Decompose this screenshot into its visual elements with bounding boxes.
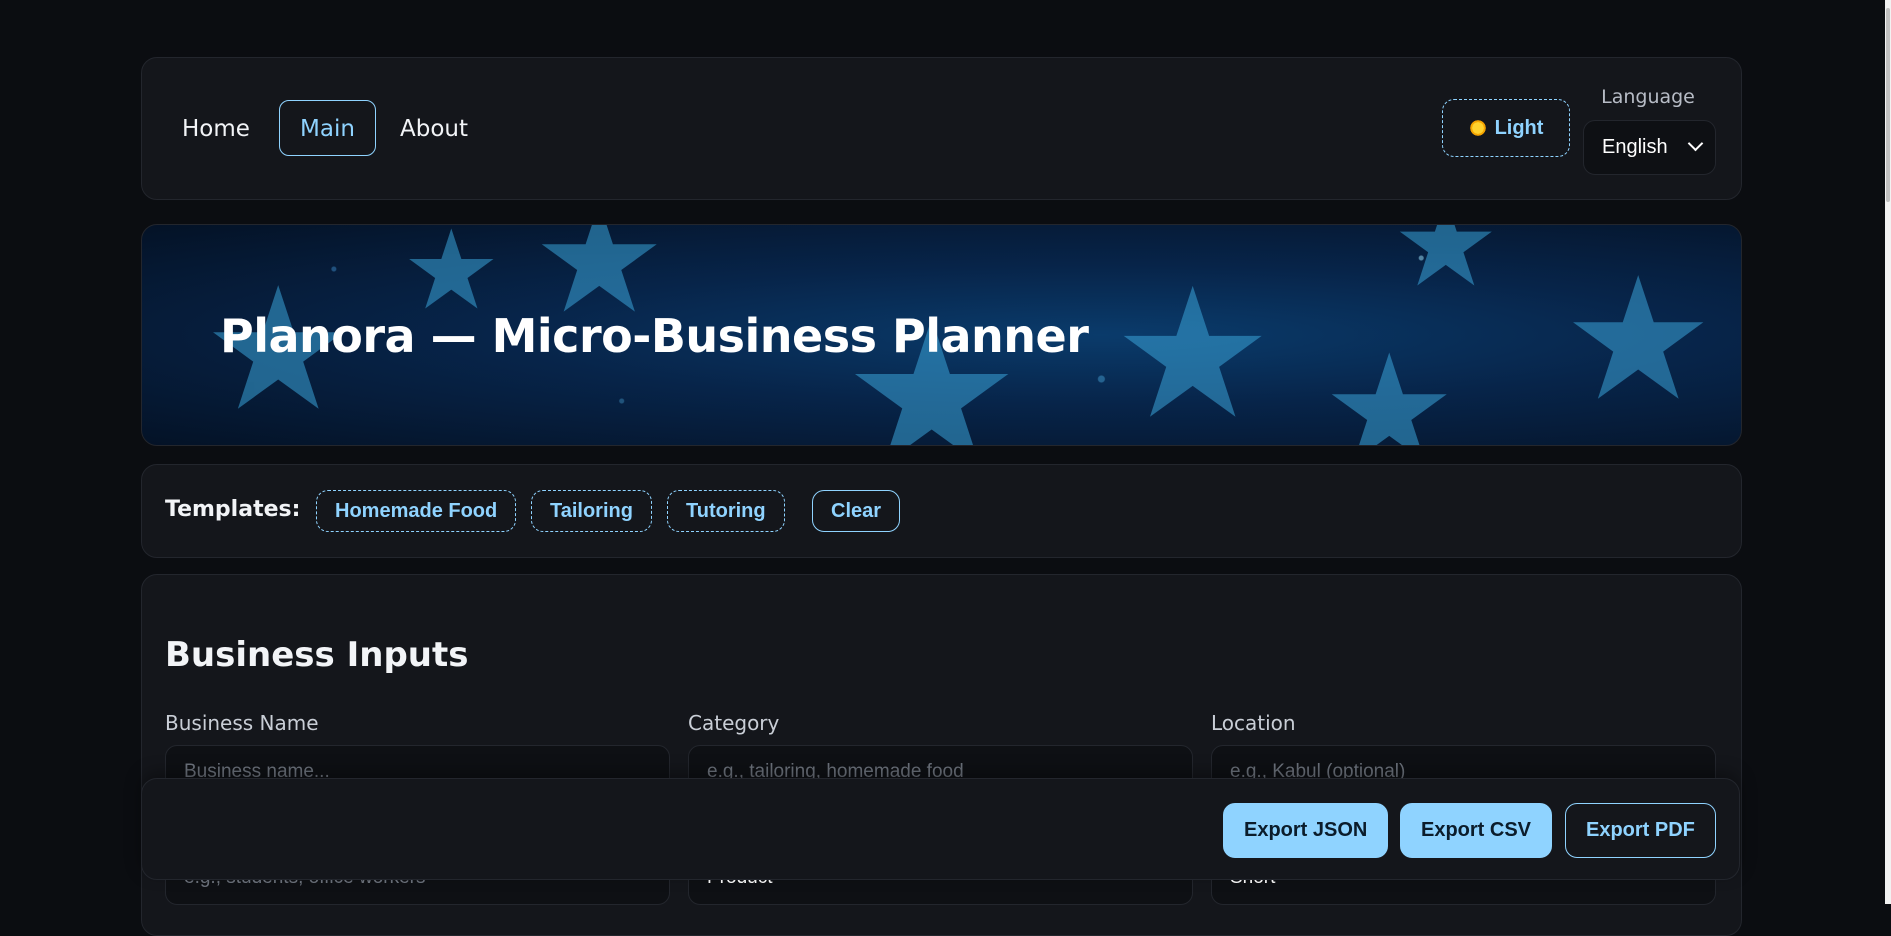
nav-main[interactable]: Main — [279, 100, 376, 156]
language-select[interactable]: English — [1583, 120, 1716, 175]
location-label: Location — [1211, 711, 1296, 735]
clear-button[interactable]: Clear — [812, 490, 901, 532]
business-name-label: Business Name — [165, 711, 319, 735]
template-tutoring-button[interactable]: Tutoring — [667, 490, 785, 532]
star-icon: ★ — [1392, 224, 1500, 314]
language-label: Language — [1601, 86, 1695, 108]
scrollbar-thumb[interactable] — [1886, 8, 1890, 202]
templates-label: Templates: — [165, 497, 301, 522]
template-tailoring-button[interactable]: Tailoring — [531, 490, 652, 532]
nav-home[interactable]: Home — [161, 100, 271, 156]
export-json-button[interactable]: Export JSON — [1223, 803, 1389, 858]
export-bar: Export JSON Export CSV Export PDF — [141, 778, 1740, 880]
theme-toggle-button[interactable]: Light — [1442, 99, 1570, 157]
template-homemade-food-button[interactable]: Homemade Food — [316, 490, 517, 532]
hero-banner: ★ ★ ★ ★ ★ ★ ★ ★ Planora — Micro-Business… — [141, 224, 1742, 446]
language-value: English — [1602, 136, 1668, 158]
sun-icon — [1468, 119, 1487, 137]
star-icon: ★ — [1112, 250, 1274, 446]
templates-bar: Templates: Homemade Food Tailoring Tutor… — [141, 464, 1742, 558]
category-label: Category — [688, 711, 780, 735]
star-icon: ★ — [1562, 241, 1715, 439]
top-nav: Home Main About Light Language English — [141, 57, 1742, 200]
export-csv-button[interactable]: Export CSV — [1400, 803, 1553, 858]
chevron-down-icon — [1687, 135, 1704, 152]
theme-toggle-label: Light — [1494, 116, 1544, 139]
page-title: Planora — Micro-Business Planner — [220, 309, 1089, 363]
star-icon: ★ — [1322, 323, 1457, 446]
section-title: Business Inputs — [165, 635, 469, 675]
business-inputs-section: Business Inputs Business Name Category L… — [141, 574, 1742, 936]
nav-about[interactable]: About — [379, 100, 489, 156]
export-pdf-button[interactable]: Export PDF — [1565, 803, 1716, 858]
